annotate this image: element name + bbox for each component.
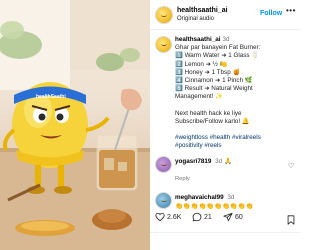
post-detail-panel: healthsaathi_ai Original audio Follow ••… (150, 0, 300, 250)
reply-link[interactable]: Reply (175, 176, 190, 182)
share-action[interactable]: 60 (223, 212, 243, 222)
caption-line: Management! ✨ (175, 93, 224, 101)
action-bar: 2.6K 21 60 (150, 208, 300, 230)
more-options-icon[interactable]: ••• (286, 6, 296, 15)
caption-hashtags[interactable]: #positivity #reels (175, 142, 297, 150)
caption-line: 3️⃣ Honey ➜ 1 Tbsp 🍯 (175, 68, 241, 76)
add-comment-bar[interactable] (150, 232, 300, 250)
bookmark-action[interactable] (286, 212, 296, 230)
caption-line: 2️⃣ Lemon ➜ ½ 🍋 (175, 60, 228, 68)
comment-text: yogasri7819 3d 🙏 (175, 158, 232, 166)
author-avatar[interactable] (155, 6, 173, 24)
post-header: healthsaathi_ai Original audio Follow ••… (150, 0, 300, 30)
caption-hashtags[interactable]: #weightloss #health #viralreels (175, 134, 297, 142)
svg-text:healthSaathi: healthSaathi (36, 94, 66, 100)
caption-line: 1️⃣ Warm Water ➜ 1 Glass 🥛 (175, 52, 260, 60)
caption-avatar[interactable] (155, 36, 172, 53)
comment-count: 21 (204, 213, 212, 221)
send-icon (223, 212, 233, 222)
caption-text: healthsaathi_ai 3d Ghar par banayein Fat … (175, 36, 297, 150)
bookmark-icon (287, 215, 295, 225)
follow-button[interactable]: Follow (260, 10, 282, 17)
like-action[interactable]: 2.6K (155, 212, 181, 222)
comment-text: meghavaichal99 3d (175, 194, 234, 202)
share-count: 60 (235, 213, 243, 221)
comment-time: 3d (227, 194, 235, 201)
like-count: 2.6K (167, 213, 182, 221)
audio-label[interactable]: Original audio (177, 16, 214, 22)
author-username[interactable]: healthsaathi_ai (177, 7, 228, 14)
comment-like-icon[interactable]: ♡ (288, 162, 294, 170)
comment-action[interactable]: 21 (192, 212, 212, 222)
comment-body: 🙏 (223, 158, 232, 165)
post-media[interactable]: healthSaathi (0, 0, 150, 250)
caption-line: 4️⃣ Cinnamon ➜ 1 Pinch 🌿 (175, 77, 253, 85)
commenter-avatar[interactable] (155, 192, 172, 209)
commenter-avatar[interactable] (155, 156, 172, 173)
heart-icon (155, 212, 165, 222)
comment-icon (192, 212, 202, 222)
comment-username[interactable]: yogasri7819 (175, 158, 211, 165)
comment-username[interactable]: meghavaichal99 (175, 194, 224, 201)
comment-time: 3d (215, 158, 223, 165)
media-illustration: healthSaathi (0, 0, 150, 250)
caption-line: Next health hack ke liye (175, 109, 242, 117)
caption-time: 3d (222, 36, 230, 43)
caption-username[interactable]: healthsaathi_ai (175, 36, 221, 43)
caption-line: Subscribe/Follow karlo! 🔔 (175, 117, 250, 125)
